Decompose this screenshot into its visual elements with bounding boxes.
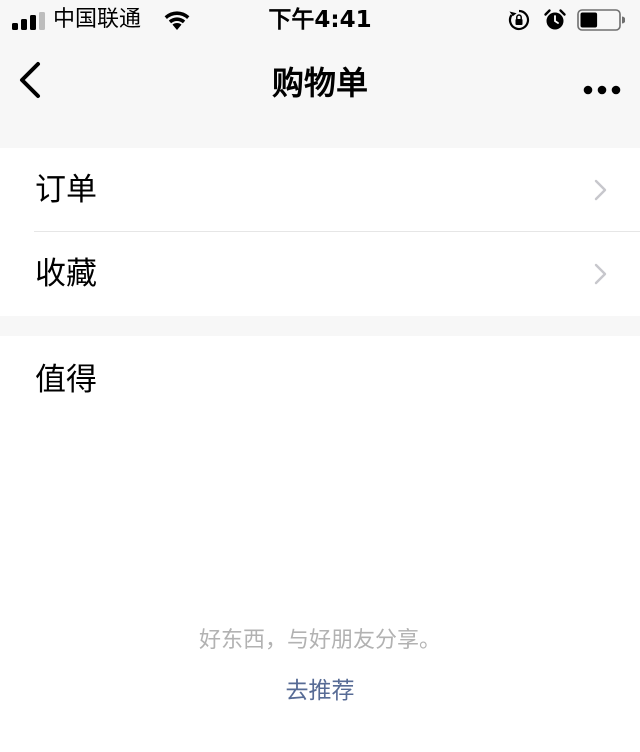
- menu-item-favorites[interactable]: 收藏: [0, 232, 640, 316]
- chevron-right-icon: [594, 263, 607, 285]
- section-title: 值得: [35, 362, 97, 398]
- page-title: 购物单: [271, 64, 368, 102]
- more-dots-icon[interactable]: [580, 78, 624, 102]
- alarm-icon: [544, 9, 566, 30]
- menu-item-label: 订单: [35, 172, 97, 208]
- menu-list: 订单 收藏: [0, 148, 640, 316]
- empty-state-hint: 好东西，与好朋友分享。: [198, 628, 441, 653]
- shopping-list-screen: 中国联通 下午4:41 购物单 订单 收藏 值得 好东西，与好朋友分享。 去推荐: [0, 0, 640, 752]
- orientation-lock-icon: [508, 9, 530, 31]
- recommend-link[interactable]: 去推荐: [0, 676, 640, 706]
- battery-icon: [577, 9, 625, 31]
- menu-item-label: 收藏: [35, 256, 97, 292]
- navigation-bar: 购物单: [0, 40, 640, 130]
- worth-section: 值得 好东西，与好朋友分享。 去推荐: [0, 336, 640, 752]
- status-bar: 中国联通 下午4:41: [0, 0, 640, 40]
- menu-item-orders[interactable]: 订单: [0, 148, 640, 232]
- chevron-right-icon: [594, 179, 607, 201]
